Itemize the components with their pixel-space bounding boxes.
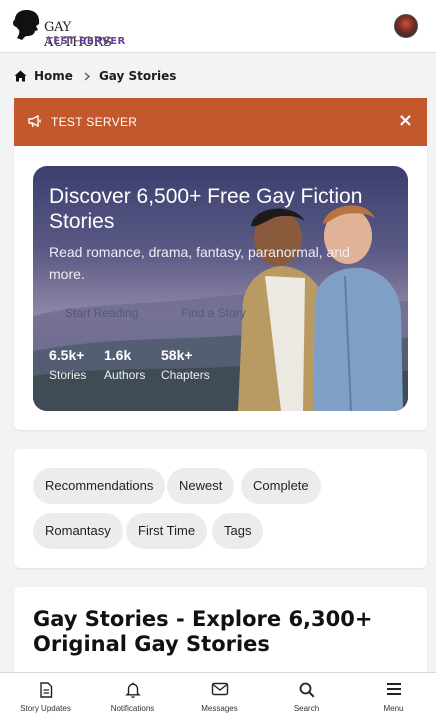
brand-subtitle: TEST SERVER	[46, 36, 126, 47]
stat-chapters: 58k+ Chapters	[161, 347, 210, 382]
page-title: Gay Stories - Explore 6,300+ Original Ga…	[33, 607, 373, 656]
nav-menu[interactable]: Menu	[350, 673, 436, 720]
megaphone-icon	[28, 115, 41, 128]
nav-label: Messages	[201, 704, 238, 713]
nav-notifications[interactable]: Notifications	[89, 673, 176, 720]
stat-label: Stories	[49, 368, 87, 382]
tag-complete[interactable]: Complete	[241, 468, 321, 504]
tag-first-time[interactable]: First Time	[126, 513, 208, 549]
top-bar: GAY AUTHORS TEST SERVER	[0, 0, 436, 53]
menu-icon	[386, 683, 401, 695]
nav-search[interactable]: Search	[263, 673, 350, 720]
stat-value: 1.6k	[104, 347, 132, 363]
test-server-alert: TEST SERVER ×	[14, 98, 427, 146]
tag-tags[interactable]: Tags	[212, 513, 264, 549]
nav-label: Search	[293, 704, 320, 713]
tag-newest[interactable]: Newest	[167, 468, 235, 504]
stat-value: 6.5k+	[49, 347, 85, 363]
nav-label: Menu	[383, 704, 404, 713]
search-icon	[299, 682, 315, 698]
hero-subtitle: Read romance, drama, fantasy, paranormal…	[49, 244, 350, 282]
tag-recommendations[interactable]: Recommendations	[33, 468, 166, 504]
breadcrumb: Home Gay Stories	[14, 66, 176, 86]
category-tags-card: Recommendations Newest Complete Romantas…	[14, 449, 427, 568]
find-a-story-button[interactable]: Find a Story	[181, 306, 246, 320]
stat-stories: 6.5k+ Stories	[49, 347, 86, 382]
stat-authors: 1.6k Authors	[104, 347, 145, 382]
hero-card: Discover 6,500+ Free Gay Fiction Stories…	[14, 146, 427, 430]
hero-title: Discover 6,500+ Free Gay Fiction Stories	[49, 185, 363, 233]
stat-label: Chapters	[161, 368, 210, 382]
bottom-navigation: Story Updates Notifications Messages Sea…	[0, 672, 436, 720]
hero-banner: Discover 6,500+ Free Gay Fiction Stories…	[33, 166, 408, 411]
breadcrumb-home-link[interactable]: Home	[34, 69, 73, 83]
breadcrumb-current: Gay Stories	[98, 69, 177, 83]
document-icon	[39, 682, 52, 698]
start-reading-button[interactable]: Start Reading	[65, 306, 138, 320]
site-logo[interactable]: GAY AUTHORS TEST SERVER	[12, 8, 132, 50]
user-avatar[interactable]	[394, 14, 418, 38]
stat-value: 58k+	[161, 347, 193, 363]
alert-close-button[interactable]: ×	[398, 110, 413, 131]
nav-story-updates[interactable]: Story Updates	[2, 673, 89, 720]
alert-text: TEST SERVER	[51, 115, 138, 129]
bell-icon	[125, 682, 140, 698]
envelope-icon	[211, 682, 228, 696]
nav-label: Notifications	[110, 704, 155, 713]
tag-romantasy[interactable]: Romantasy	[33, 513, 123, 549]
chevron-right-icon	[84, 72, 90, 80]
nav-messages[interactable]: Messages	[176, 673, 263, 720]
nav-label: Story Updates	[20, 704, 71, 713]
head-silhouette-icon	[13, 10, 40, 40]
home-icon	[14, 70, 27, 82]
stat-label: Authors	[104, 368, 146, 382]
